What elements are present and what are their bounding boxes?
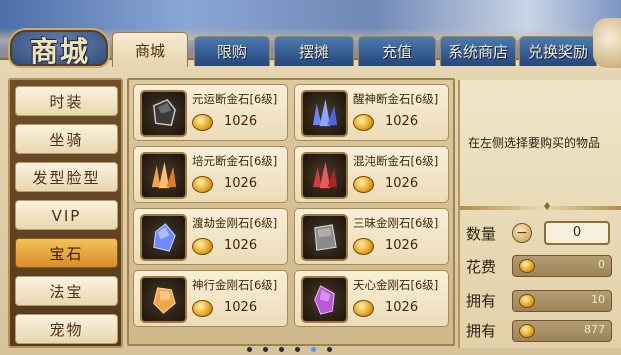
category-hair-face[interactable]: 发型脸型 — [15, 162, 118, 192]
item-name: 醒神断金石[6级] — [353, 92, 439, 106]
item-price: 1026 — [224, 300, 258, 315]
quantity-input[interactable]: 0 — [544, 221, 610, 245]
purple-gem-icon — [301, 276, 348, 323]
item-card[interactable]: 元运断金石[6级] 1026 — [133, 84, 288, 141]
item-price: 1026 — [385, 176, 419, 191]
tab-system-shop[interactable]: 系统商店 — [440, 36, 516, 66]
tab-recharge[interactable]: 充值 — [358, 36, 436, 66]
selection-hint: 在左侧选择要购买的物品 — [468, 136, 601, 150]
category-mount[interactable]: 坐骑 — [15, 124, 118, 154]
item-price: 1026 — [385, 300, 419, 315]
owned-value-2: 877 — [584, 323, 605, 336]
item-name: 培元断金石[6级] — [192, 154, 278, 168]
minus-button[interactable]: − — [512, 223, 532, 243]
page-dot[interactable] — [326, 346, 333, 353]
orange-gem-icon — [140, 276, 187, 323]
tab-limited[interactable]: 限购 — [194, 36, 270, 66]
category-vip[interactable]: VIP — [15, 200, 118, 230]
item-name: 三昧金刚石[6级] — [353, 216, 439, 230]
coin-icon — [519, 324, 535, 338]
cost-field: 0 — [512, 255, 612, 277]
owned-field: 10 — [512, 290, 612, 312]
item-price: 1026 — [385, 114, 419, 129]
coin-icon — [519, 294, 535, 308]
grey-stone-icon — [301, 214, 348, 261]
blue-crystal-cluster-icon — [301, 90, 348, 137]
coin-icon — [192, 238, 213, 255]
item-name: 天心金刚石[6级] — [353, 278, 439, 292]
quantity-label: 数量 — [466, 225, 497, 243]
item-name: 渡劫金刚石[6级] — [192, 216, 278, 230]
item-name: 神行金刚石[6级] — [192, 278, 278, 292]
item-card[interactable]: 醒神断金石[6级] 1026 — [294, 84, 449, 141]
page-dot[interactable] — [294, 346, 301, 353]
dark-stone-icon — [140, 90, 187, 137]
coin-icon — [353, 300, 374, 317]
tab-redeem-rewards[interactable]: 兑换奖励 — [519, 36, 597, 66]
item-name: 元运断金石[6级] — [192, 92, 278, 106]
cost-label: 花费 — [466, 258, 497, 276]
coin-icon — [192, 300, 213, 317]
corner-ornament — [593, 18, 621, 68]
item-card[interactable]: 三昧金刚石[6级] 1026 — [294, 208, 449, 265]
category-fashion[interactable]: 时装 — [15, 86, 118, 116]
divider-ornament-icon: ♦ — [542, 200, 552, 213]
red-crystal-cluster-icon — [301, 152, 348, 199]
owned-label: 拥有 — [466, 292, 497, 310]
category-treasure[interactable]: 法宝 — [15, 276, 118, 306]
item-card[interactable]: 培元断金石[6级] 1026 — [133, 146, 288, 203]
page-dot[interactable] — [246, 346, 253, 353]
logo-text: 商城 — [29, 35, 90, 68]
coin-icon — [353, 238, 374, 255]
item-price: 1026 — [224, 176, 258, 191]
page-dot-current[interactable] — [310, 346, 317, 353]
item-card[interactable]: 渡劫金刚石[6级] 1026 — [133, 208, 288, 265]
blue-gem-icon — [140, 214, 187, 261]
coin-icon — [519, 259, 535, 273]
coin-icon — [353, 114, 374, 131]
coin-icon — [192, 176, 213, 193]
category-sidebar: 时装 坐骑 发型脸型 VIP 宝石 法宝 宠物 — [8, 78, 123, 348]
orange-crystal-cluster-icon — [140, 152, 187, 199]
category-pet[interactable]: 宠物 — [15, 314, 118, 344]
coin-icon — [192, 114, 213, 131]
owned-value: 10 — [591, 293, 605, 306]
item-card[interactable]: 混沌断金石[6级] 1026 — [294, 146, 449, 203]
item-price: 1026 — [224, 114, 258, 129]
page-dot[interactable] — [262, 346, 269, 353]
item-card[interactable]: 神行金刚石[6级] 1026 — [133, 270, 288, 327]
cost-value: 0 — [598, 258, 605, 271]
category-gem[interactable]: 宝石 — [15, 238, 118, 268]
owned-field-2: 877 — [512, 320, 612, 342]
item-grid: 元运断金石[6级] 1026 醒神断金石[6级] 1026 培元断金石[6级] … — [127, 78, 455, 346]
tab-bar: 商城 限购 摆摊 充值 系统商店 兑换奖励 — [112, 32, 602, 67]
shop-logo: 商城 — [0, 14, 118, 70]
item-price: 1026 — [385, 238, 419, 253]
page-dot[interactable] — [278, 346, 285, 353]
page-indicator — [246, 346, 336, 354]
owned-label-2: 拥有 — [466, 322, 497, 340]
tab-mall[interactable]: 商城 — [112, 32, 188, 67]
tab-stall[interactable]: 摆摊 — [274, 36, 354, 66]
item-price: 1026 — [224, 238, 258, 253]
item-card[interactable]: 天心金刚石[6级] 1026 — [294, 270, 449, 327]
coin-icon — [353, 176, 374, 193]
purchase-panel: 在左侧选择要购买的物品 ♦ 数量 − 0 花费 0 拥有 10 拥有 877 — [458, 80, 621, 348]
item-name: 混沌断金石[6级] — [353, 154, 439, 168]
